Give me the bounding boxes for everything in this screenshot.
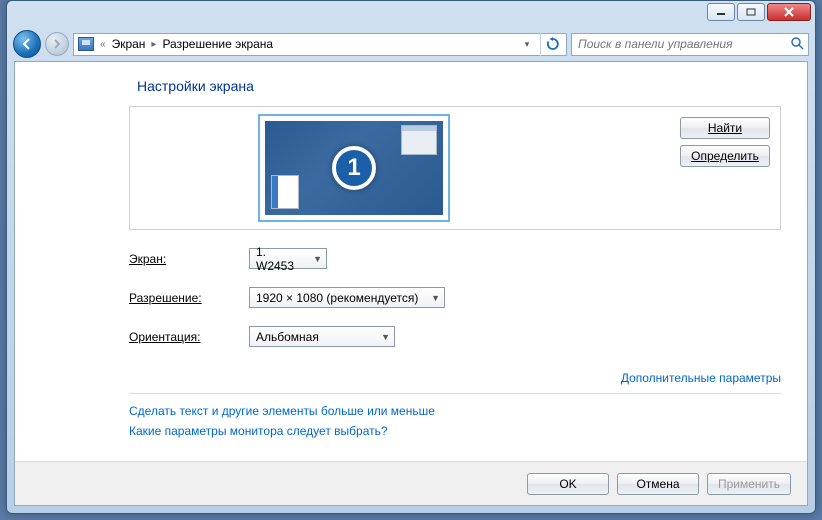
orientation-label: Ориентация: — [129, 330, 249, 344]
separator — [129, 393, 781, 394]
resolution-select[interactable]: 1920 × 1080 (рекомендуется) ▼ — [249, 287, 445, 308]
navbar: « Экран ▸ Разрешение экрана ▾ — [13, 29, 809, 59]
chevron-down-icon: ▼ — [431, 293, 440, 303]
control-panel-icon — [78, 37, 94, 51]
screen-label: Экран: — [129, 252, 249, 266]
maximize-button[interactable] — [737, 3, 765, 21]
display-preview-frame: 1 Найти Определить — [129, 106, 781, 230]
chevron-down-icon: ▼ — [313, 254, 322, 264]
minimize-button[interactable] — [707, 3, 735, 21]
breadcrumb-chevron-icon: « — [100, 39, 106, 50]
close-icon — [783, 7, 795, 17]
find-button[interactable]: Найти — [680, 117, 770, 139]
cancel-button[interactable]: Отмена — [617, 473, 699, 495]
maximize-icon — [746, 8, 756, 16]
orientation-select-value: Альбомная — [256, 330, 319, 344]
minimize-icon — [716, 8, 726, 16]
orientation-select[interactable]: Альбомная ▼ — [249, 326, 395, 347]
apply-button[interactable]: Применить — [707, 473, 791, 495]
arrow-right-icon — [51, 38, 63, 50]
wallpaper-window-icon — [271, 175, 299, 209]
address-bar[interactable]: « Экран ▸ Разрешение экрана ▾ — [73, 33, 567, 56]
chevron-down-icon: ▼ — [381, 332, 390, 342]
titlebar[interactable] — [7, 1, 815, 29]
nav-back-button[interactable] — [13, 30, 41, 58]
wallpaper-window-icon — [401, 125, 437, 155]
address-dropdown-icon[interactable]: ▾ — [520, 39, 534, 50]
client-area: Настройки экрана 1 Найти Определить Экра… — [14, 61, 808, 506]
close-button[interactable] — [767, 3, 811, 21]
monitor-thumbnail[interactable]: 1 — [258, 114, 450, 222]
dialog-footer: OK Отмена Применить — [15, 461, 807, 505]
search-input[interactable] — [576, 36, 790, 52]
search-box[interactable] — [571, 33, 809, 56]
nav-forward-button[interactable] — [45, 32, 69, 56]
ok-button[interactable]: OK — [527, 473, 609, 495]
breadcrumb-chevron-icon: ▸ — [151, 39, 156, 50]
which-params-link[interactable]: Какие параметры монитора следует выбрать… — [129, 424, 781, 438]
page-title: Настройки экрана — [137, 78, 781, 94]
breadcrumb-item[interactable]: Разрешение экрана — [162, 37, 273, 51]
advanced-settings-link[interactable]: Дополнительные параметры — [621, 371, 781, 385]
screen-select[interactable]: 1. W2453 ▼ — [249, 248, 327, 269]
window-frame: « Экран ▸ Разрешение экрана ▾ Настройки … — [6, 0, 816, 514]
screen-select-value: 1. W2453 — [256, 245, 307, 273]
refresh-button[interactable] — [540, 33, 564, 56]
text-size-link[interactable]: Сделать текст и другие элементы больше и… — [129, 404, 781, 418]
arrow-left-icon — [20, 37, 34, 51]
breadcrumb-item[interactable]: Экран — [112, 37, 146, 51]
identify-button[interactable]: Определить — [680, 145, 770, 167]
resolution-select-value: 1920 × 1080 (рекомендуется) — [256, 291, 418, 305]
monitor-number-badge: 1 — [332, 146, 376, 190]
search-icon[interactable] — [790, 36, 804, 53]
resolution-label: Разрешение: — [129, 291, 249, 305]
refresh-icon — [546, 37, 560, 51]
